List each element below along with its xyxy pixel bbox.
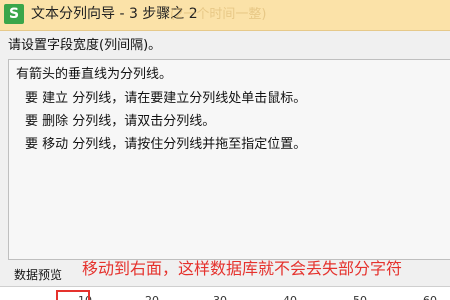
red-highlight-box <box>56 290 90 300</box>
ruler-tick-50: 50 <box>353 295 367 300</box>
ruler-tick-40: 40 <box>283 295 297 300</box>
ruler-tick-20: 20 <box>145 295 159 300</box>
instruction-line-arrow: 有箭头的垂直线为分列线。 <box>16 67 173 82</box>
red-annotation-text: 移动到右面，这样数据库就不会丢失部分字符 <box>82 259 403 278</box>
instruction-line-create: 要 建立 分列线，请在要建立分列线处单击鼠标。 <box>25 91 307 106</box>
spreadsheet-app-icon: S <box>4 4 24 24</box>
title-bar[interactable]: S 文本分列向导 - 3 步骤之 2 (2一个时间一整) <box>0 0 450 31</box>
title-watermark: (2一个时间一整) <box>170 7 267 22</box>
step-prompt: 请设置字段宽度(列间隔)。 <box>8 38 162 53</box>
data-preview-label: 数据预览 <box>14 268 63 282</box>
instruction-line-delete: 要 删除 分列线，请双击分列线。 <box>25 114 216 129</box>
text-import-wizard-window: S 文本分列向导 - 3 步骤之 2 (2一个时间一整) 请设置字段宽度(列间隔… <box>0 0 450 300</box>
instruction-line-move: 要 移动 分列线，请按住分列线并拖至指定位置。 <box>25 137 307 152</box>
instructions-panel: 有箭头的垂直线为分列线。 要 建立 分列线，请在要建立分列线处单击鼠标。 要 删… <box>8 59 450 260</box>
ruler-tick-60: 60 <box>423 295 437 300</box>
ruler-tick-30: 30 <box>213 295 227 300</box>
